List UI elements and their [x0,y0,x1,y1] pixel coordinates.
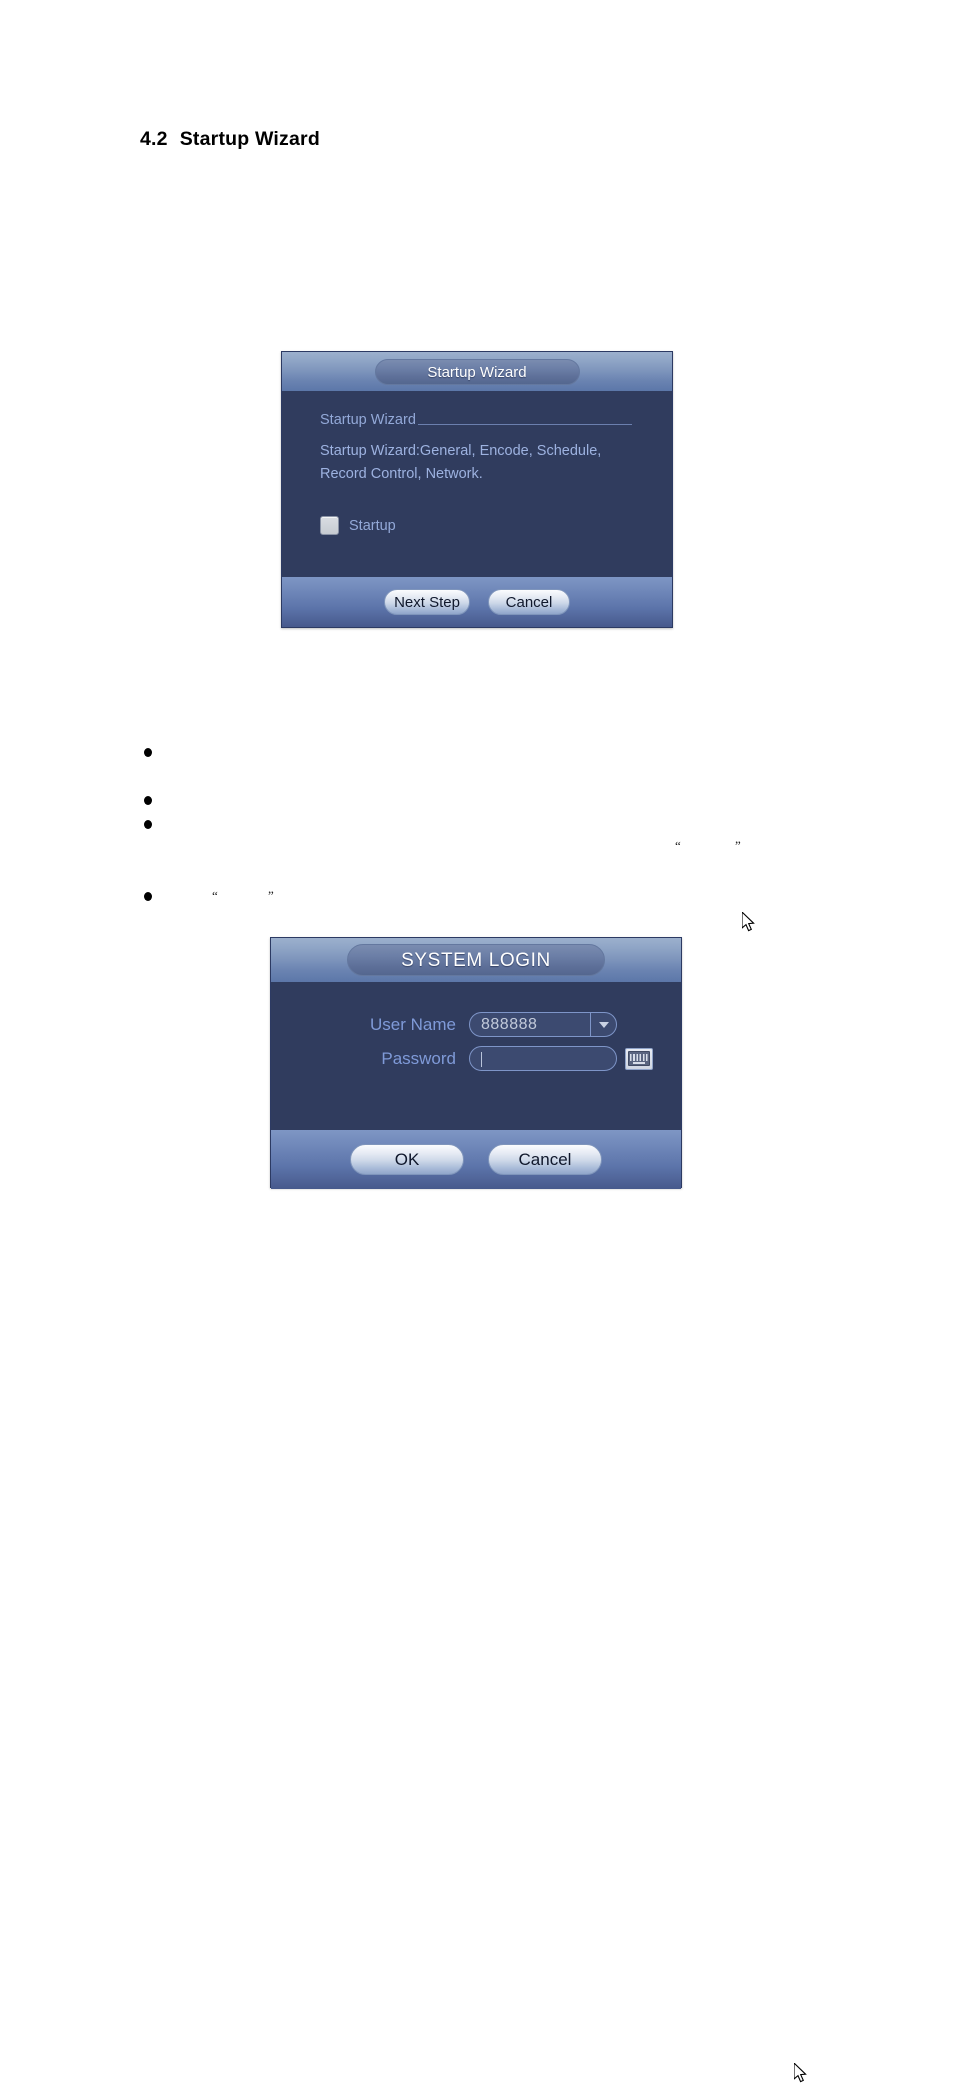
system-login-titlebar: SYSTEM LOGIN [271,938,681,982]
mouse-cursor-icon [742,912,755,932]
bullet-dot-icon [144,892,152,901]
list-item [140,742,940,766]
list-item [140,886,940,910]
quote-close-upper: ” [735,838,741,853]
quote-close-lower: ” [268,888,274,903]
bullet-dot-icon [144,796,152,805]
bullet-list [140,742,940,901]
startup-wizard-titlebar: Startup Wizard [282,352,672,391]
next-step-button[interactable]: Next Step [384,589,470,615]
quote-open-upper: “ [675,838,681,853]
system-login-body: User Name 888888 Password [271,982,807,2083]
username-label: User Name [370,1014,456,1034]
startup-wizard-title: Startup Wizard [374,358,580,385]
keyboard-icon[interactable] [625,1047,653,1070]
section-divider [417,423,632,425]
page-title: 4.2 Startup Wizard [140,128,320,151]
username-value: 888888 [481,1015,538,1033]
startup-wizard-description: Startup Wizard:General, Encode, Schedule… [320,443,602,482]
startup-wizard-section-label: Startup Wizard [320,412,416,428]
startup-wizard-body: Startup Wizard Startup Wizard:General, E… [282,391,755,932]
login-form: User Name 888888 Password [271,1012,681,1080]
list-item [140,790,940,814]
cancel-button[interactable]: Cancel [488,589,570,615]
startup-wizard-footer: Next Step Cancel [282,577,672,627]
system-login-title: SYSTEM LOGIN [347,944,605,976]
password-input[interactable] [469,1046,617,1071]
username-row: User Name 888888 [271,1012,681,1037]
startup-wizard-section-header: Startup Wizard [320,412,632,428]
system-login-footer: OK Cancel [271,1130,681,1189]
chevron-down-icon[interactable] [590,1013,616,1036]
bullet-dot-icon [144,820,152,829]
password-label: Password [381,1048,456,1068]
system-login-dialog: SYSTEM LOGIN User Name 888888 Password O… [270,937,807,2083]
list-item [140,814,940,838]
page-title-number: 4.2 [140,128,168,150]
startup-checkbox[interactable] [320,516,339,535]
page-title-text: Startup Wizard [179,128,320,150]
startup-wizard-dialog: Startup Wizard Startup Wizard Startup Wi… [281,351,755,932]
cancel-button[interactable]: Cancel [488,1144,602,1175]
ok-button[interactable]: OK [350,1144,464,1175]
bullet-dot-icon [144,748,152,757]
mouse-cursor-icon [794,2063,807,2083]
quote-open-lower: “ [212,888,218,903]
startup-checkbox-row[interactable]: Startup [320,516,396,535]
password-row: Password [271,1046,681,1071]
username-input[interactable]: 888888 [469,1012,617,1037]
startup-checkbox-label: Startup [349,517,396,534]
text-caret [481,1052,482,1067]
